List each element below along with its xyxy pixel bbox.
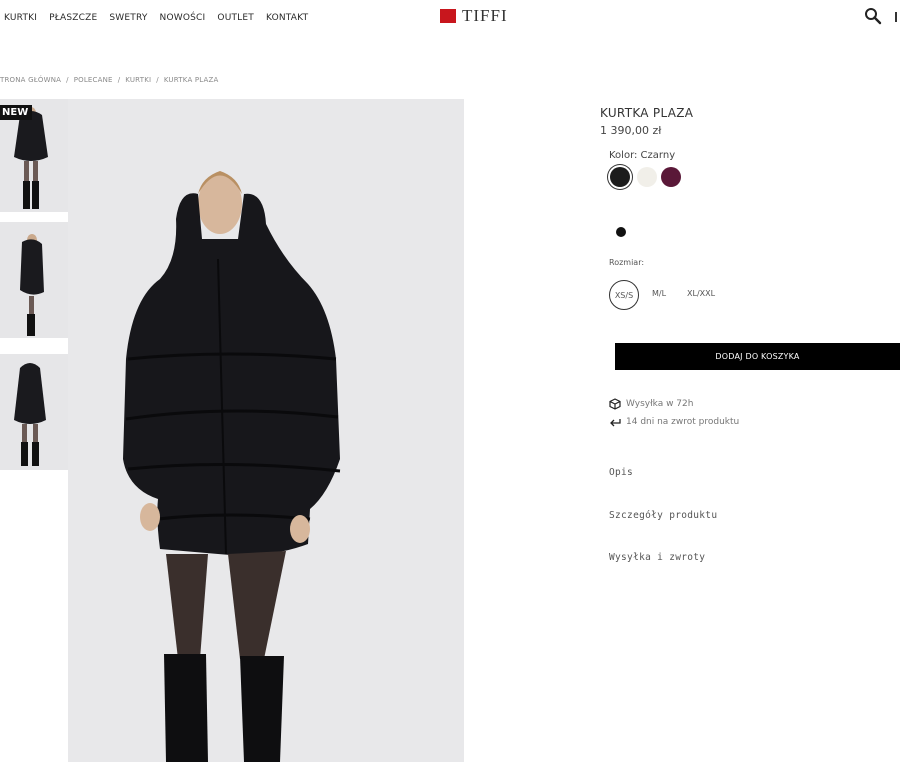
size-option-xs-s[interactable]: XS/S [609, 280, 639, 310]
returns-text: 14 dni na zwrot produktu [626, 417, 740, 427]
shipping-info: Wysyłka w 72h [609, 398, 693, 410]
main-product-image[interactable] [68, 99, 464, 762]
nav-swetry[interactable]: SWETRY [109, 13, 147, 23]
product-name: KURTKA PLAZA [600, 106, 694, 120]
nav-kontakt[interactable]: KONTAKT [266, 13, 308, 23]
nav-kurtki[interactable]: KURTKI [4, 13, 37, 23]
swatch-burgundy[interactable] [661, 167, 681, 187]
add-to-cart-button[interactable]: DODAJ DO KOSZYKA [615, 343, 900, 370]
logo-mark [440, 9, 456, 23]
selected-dot [616, 227, 626, 237]
new-badge: NEW [0, 105, 33, 120]
breadcrumb-home[interactable]: TRONA GŁÓWNA [0, 76, 61, 84]
accordion-opis[interactable]: Opis [609, 467, 633, 478]
model-side-thumb-image [20, 234, 44, 336]
search-icon[interactable] [864, 7, 882, 25]
accordion-details[interactable]: Szczegóły produktu [609, 510, 717, 521]
size-option-m-l[interactable]: M/L [652, 289, 666, 298]
box-icon [609, 398, 621, 410]
returns-info: 14 dni na zwrot produktu [609, 416, 739, 428]
thumbnail-back[interactable] [0, 354, 68, 470]
main-nav: KURTKI PŁASZCZE SWETRY NOWOŚCI OUTLET KO… [4, 13, 320, 23]
size-label: Rozmiar: [609, 258, 645, 267]
breadcrumb-kurtki[interactable]: KURTKI [125, 76, 151, 84]
swatch-cream[interactable] [637, 167, 657, 187]
nav-plaszcze[interactable]: PŁASZCZE [49, 13, 97, 23]
color-label: Kolor: Czarny [609, 150, 676, 161]
logo-text: TIFFI [462, 6, 508, 25]
size-option-label: XS/S [614, 290, 634, 300]
model-back-thumb-image [14, 363, 46, 466]
model-main-image [123, 171, 341, 762]
breadcrumb-separator: / [66, 76, 69, 84]
breadcrumb-polecane[interactable]: POLECANE [74, 76, 113, 84]
nav-outlet[interactable]: OUTLET [217, 13, 254, 23]
product-price: 1 390,00 zł [600, 124, 662, 137]
breadcrumb: TRONA GŁÓWNA / POLECANE / KURTKI / KURTKA PLAZ… [0, 76, 219, 84]
nav-nowosci[interactable]: NOWOŚCI [160, 13, 206, 23]
accordion-shipping-returns[interactable]: Wysyłka i zwroty [609, 552, 705, 563]
thumbnail-side[interactable] [0, 222, 68, 338]
return-arrow-icon [609, 416, 621, 428]
size-option-xl-xxl[interactable]: XL/XXL [687, 289, 715, 298]
swatch-black[interactable] [610, 167, 630, 187]
cart-icon[interactable] [895, 12, 900, 22]
site-logo[interactable]: TIFFI [440, 6, 508, 26]
breadcrumb-separator: / [117, 76, 121, 84]
breadcrumb-current: KURTKA PLAZA [163, 76, 219, 84]
breadcrumb-separator: / [156, 76, 159, 84]
shipping-text: Wysyłka w 72h [626, 399, 694, 409]
